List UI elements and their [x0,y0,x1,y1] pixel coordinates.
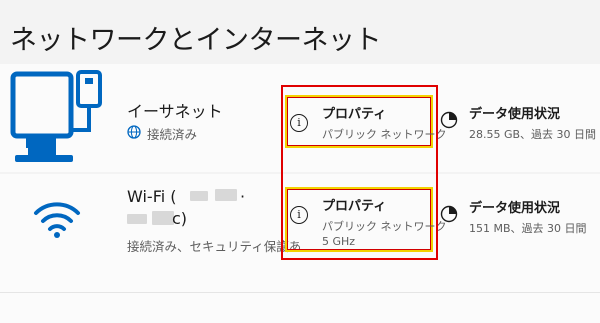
redacted-ssid [190,191,208,201]
wifi-icon [34,202,80,238]
redacted-ssid [127,214,147,224]
wifi-name-dot: · [240,187,246,206]
highlight-box [281,85,438,260]
wifi-status: 接続済み、セキュリティ保護あ [127,239,302,254]
wifi-name-line1: Wi-Fi ( [127,187,177,206]
redacted-ssid [215,189,237,201]
ethernet-usage-link[interactable]: データ使用状況 [469,103,560,122]
wifi-usage-link[interactable]: データ使用状況 [469,197,560,216]
next-card [0,292,600,323]
pie-chart-icon [440,205,458,223]
ethernet-name: イーサネット [127,102,223,121]
wifi-usage-detail: 151 MB、過去 30 日間 [469,222,587,235]
ethernet-usage-detail: 28.55 GB、過去 30 日間 [469,128,597,141]
ethernet-status: 接続済み [147,127,198,142]
pie-chart-icon [440,111,458,129]
globe-icon [127,125,141,139]
redacted-ssid [152,211,174,225]
page-title: ネットワークとインターネット [10,25,382,56]
monitor-ethernet-icon [10,70,102,162]
wifi-name-line2: c) [172,209,188,228]
